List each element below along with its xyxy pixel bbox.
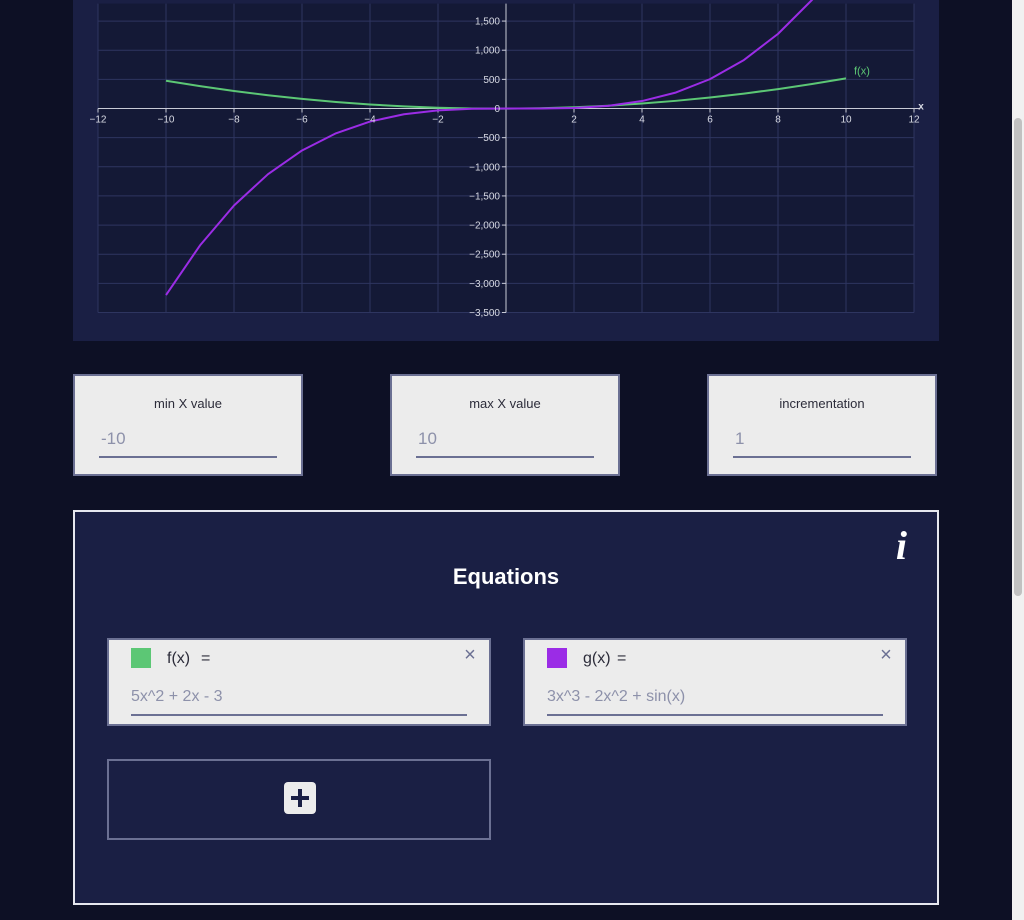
- min-x-field: min X value: [73, 374, 303, 476]
- equations-title: Equations: [452, 564, 560, 589]
- max-x-input[interactable]: [416, 422, 594, 458]
- x-tick-label: 10: [840, 115, 852, 126]
- f-name-label: f(x): [167, 650, 191, 667]
- x-tick-label: 8: [775, 115, 781, 126]
- g-name-label: g(x): [583, 650, 611, 667]
- plus-icon[interactable]: [284, 782, 316, 814]
- x-tick-label: 6: [707, 115, 713, 126]
- x-axis-label: x: [918, 102, 924, 113]
- y-tick-label: 500: [483, 75, 500, 86]
- close-icon[interactable]: ×: [461, 644, 479, 666]
- info-icon[interactable]: i: [896, 526, 907, 566]
- f-equals-sign: =: [201, 650, 211, 667]
- g-equation-input[interactable]: [547, 680, 883, 716]
- equation-card-g: g(x) = ×: [523, 638, 907, 726]
- increment-input[interactable]: [733, 422, 911, 458]
- increment-field: incrementation: [707, 374, 937, 476]
- x-tick-label: −10: [158, 115, 175, 126]
- series-label: f(x): [854, 65, 870, 77]
- y-tick-label: 1,000: [475, 46, 500, 57]
- min-x-label: min X value: [154, 396, 222, 411]
- y-tick-label: −2,000: [469, 221, 500, 232]
- y-tick-label: 1,500: [475, 17, 500, 28]
- scrollbar[interactable]: [1012, 0, 1024, 920]
- y-tick-label: 0: [494, 104, 500, 115]
- max-x-field: max X value: [390, 374, 620, 476]
- x-tick-label: 2: [571, 115, 577, 126]
- g-color-swatch[interactable]: [547, 648, 567, 668]
- add-equation-card[interactable]: [107, 759, 491, 840]
- f-equation-input[interactable]: [131, 680, 467, 716]
- y-tick-label: −3,000: [469, 279, 500, 290]
- min-x-input[interactable]: [99, 422, 277, 458]
- y-tick-label: −3,500: [469, 308, 500, 319]
- x-tick-label: −4: [364, 115, 376, 126]
- equations-panel: i Equations f(x) = × g(x) = ×: [73, 510, 939, 905]
- function-chart: −12 −10 −8 −6 −4 −2 2 4 6 8 10 12 −3,500 −3,000 −2,500…: [90, 0, 924, 319]
- g-equals-sign: =: [617, 650, 627, 667]
- x-tick-label: 12: [908, 115, 920, 126]
- x-tick-label: −6: [296, 115, 308, 126]
- close-icon[interactable]: ×: [877, 644, 895, 666]
- x-tick-label: −8: [228, 115, 240, 126]
- y-tick-label: −1,500: [469, 191, 500, 202]
- y-tick-label: −500: [477, 133, 500, 144]
- scrollbar-thumb[interactable]: [1014, 118, 1022, 596]
- x-tick-label: −2: [432, 115, 444, 126]
- f-color-swatch[interactable]: [131, 648, 151, 668]
- increment-label: incrementation: [779, 396, 865, 411]
- y-tick-label: −1,000: [469, 162, 500, 173]
- max-x-label: max X value: [469, 396, 541, 411]
- x-tick-label: −12: [90, 115, 107, 126]
- y-tick-label: −2,500: [469, 250, 500, 261]
- x-tick-label: 4: [639, 115, 645, 126]
- equation-card-f: f(x) = ×: [107, 638, 491, 726]
